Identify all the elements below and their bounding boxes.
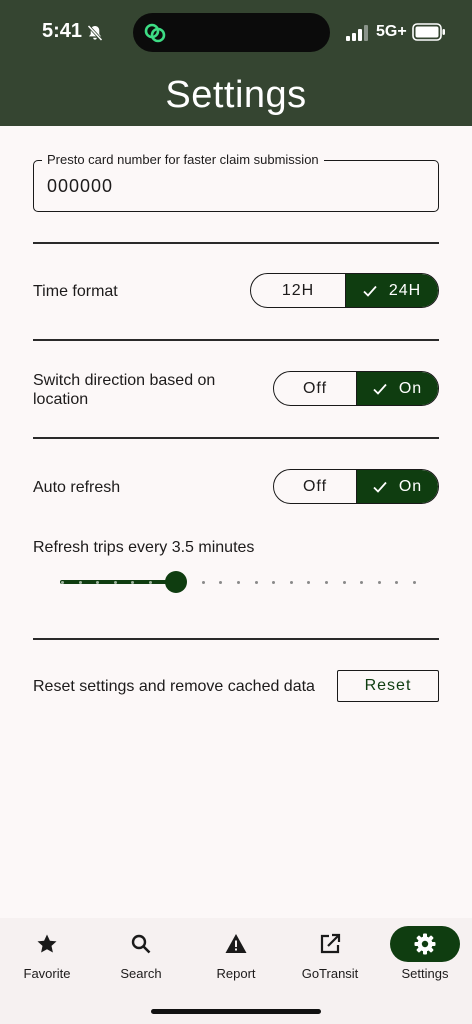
auto-refresh-toggle[interactable]: Off On (273, 469, 439, 504)
presto-card-field[interactable]: Presto card number for faster claim subm… (33, 152, 439, 212)
auto-refresh-on[interactable]: On (356, 470, 438, 503)
switch-direction-on[interactable]: On (356, 372, 438, 405)
divider (33, 242, 439, 244)
app-header: 5:41 5G+ Settings (0, 0, 472, 126)
slider-tick (78, 581, 82, 584)
time-format-label: Time format (33, 283, 118, 300)
bell-muted-icon (87, 24, 103, 42)
refresh-interval-label: Refresh trips every 3.5 minutes (33, 539, 255, 556)
nav-gotransit[interactable]: GoTransit (283, 918, 377, 998)
presto-card-input[interactable]: 000000 (47, 176, 113, 197)
reset-button[interactable]: Reset (337, 670, 439, 702)
slider-tick (413, 581, 416, 584)
open-external-icon (320, 933, 341, 954)
refresh-interval-slider[interactable] (60, 568, 416, 596)
slider-tick (342, 581, 346, 584)
battery-icon (412, 23, 445, 41)
home-indicator (151, 1009, 321, 1014)
time-format-24h[interactable]: 24H (345, 274, 438, 307)
time-format-toggle[interactable]: 12H 24H (250, 273, 439, 308)
check-icon (373, 481, 387, 493)
switch-direction-toggle[interactable]: Off On (273, 371, 439, 406)
slider-tick (149, 581, 152, 584)
slider-tick (254, 581, 258, 584)
slider-tick (201, 581, 205, 584)
check-icon (373, 383, 387, 395)
switch-direction-label: Switch direction based on location (33, 372, 216, 408)
auto-refresh-label: Auto refresh (33, 479, 121, 496)
slider-active-track (60, 580, 176, 584)
slider-tick (272, 581, 276, 584)
slider-tick (289, 581, 293, 584)
slider-tick (237, 581, 240, 584)
auto-refresh-off-label: Off (302, 477, 328, 495)
link-icon (144, 23, 166, 43)
nav-label: Settings (401, 966, 449, 981)
nav-label: Report (216, 966, 256, 981)
signal-icon (346, 25, 368, 41)
divider (33, 638, 439, 640)
nav-label: Favorite (23, 966, 71, 981)
divider (33, 339, 439, 341)
slider-tick (395, 581, 399, 584)
slider-tick (325, 581, 328, 584)
nav-favorite[interactable]: Favorite (0, 918, 94, 998)
switch-direction-off[interactable]: Off (274, 372, 356, 405)
warning-icon (225, 934, 247, 953)
divider (33, 437, 439, 439)
star-icon (37, 934, 57, 953)
auto-refresh-on-label: On (398, 477, 423, 495)
switch-direction-on-label: On (398, 379, 423, 397)
nav-label: GoTransit (301, 966, 359, 981)
gear-icon (414, 933, 436, 955)
slider-tick (307, 581, 311, 584)
time-format-12h[interactable]: 12H (251, 274, 345, 307)
slider-tick (113, 581, 117, 584)
presto-card-label: Presto card number for faster claim subm… (42, 152, 324, 167)
switch-direction-off-label: Off (302, 379, 328, 397)
slider-tick (219, 581, 223, 584)
page-title: Settings (165, 74, 307, 116)
nav-report[interactable]: Report (189, 918, 283, 998)
slider-tick (377, 581, 381, 584)
auto-refresh-off[interactable]: Off (274, 470, 356, 503)
reset-label: Reset settings and remove cached data (33, 678, 315, 695)
dynamic-island (133, 13, 330, 52)
time-format-12h-label: 12H (281, 281, 315, 299)
time-format-24h-label: 24H (388, 281, 422, 299)
slider-thumb[interactable] (164, 571, 187, 593)
slider-tick (360, 581, 364, 584)
nav-label: Search (120, 966, 162, 981)
status-time: 5:41 (42, 20, 83, 42)
search-icon (131, 934, 151, 954)
check-icon (363, 285, 377, 297)
network-type: 5G+ (376, 23, 407, 40)
nav-settings[interactable]: Settings (378, 918, 472, 998)
nav-search[interactable]: Search (94, 918, 188, 998)
slider-tick (61, 581, 64, 584)
